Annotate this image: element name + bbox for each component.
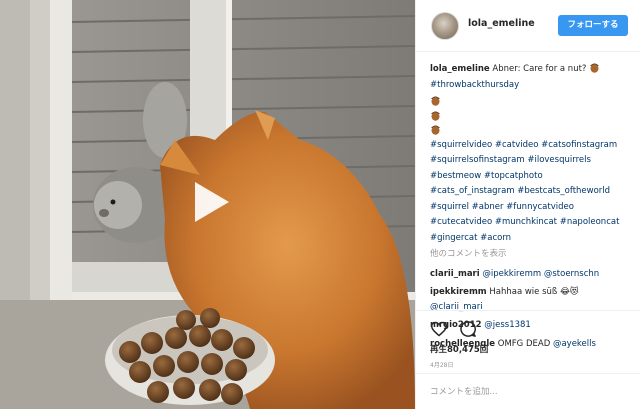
hashtag-line[interactable]: #gingercat #acorn: [430, 231, 635, 247]
hashtag-line[interactable]: #squirrelsofinstagram #ilovesquirrels: [430, 153, 635, 169]
comment-text: Hahhaa wie süß 😂😻: [489, 287, 579, 297]
acorn-icon: [431, 96, 440, 106]
speech-bubble-icon[interactable]: [459, 320, 477, 338]
heart-icon[interactable]: [430, 321, 448, 337]
add-comment-section: [416, 373, 640, 409]
comment-item: clarii_mari @ipekkiremm @stoernschn: [430, 267, 635, 282]
hashtag-throwbackthursday[interactable]: #throwbackthursday: [430, 78, 635, 94]
post-panel: lola_emeline フォローする lola_emeline Abner: …: [415, 0, 640, 409]
acorn-icon: [431, 111, 440, 121]
comment-mention[interactable]: @ipekkiremm: [482, 269, 541, 279]
comment-list: lola_emeline Abner: Care for a nut? #thr…: [430, 61, 635, 351]
follow-button[interactable]: フォローする: [558, 15, 628, 36]
caption: lola_emeline Abner: Care for a nut? #thr…: [430, 61, 635, 246]
caption-text: Abner: Care for a nut?: [492, 64, 587, 74]
load-more-comments-link[interactable]: 他のコメントを表示: [430, 247, 635, 263]
comment-username[interactable]: ipekkiremm: [430, 287, 487, 297]
header-username[interactable]: lola_emeline: [468, 18, 535, 29]
hashtag-line[interactable]: #cutecatvideo #munchkincat #napoleoncat: [430, 215, 635, 231]
avatar[interactable]: [431, 12, 459, 40]
hashtag-line[interactable]: #squirrel #abner #funnycatvideo: [430, 200, 635, 216]
post-header: lola_emeline フォローする: [416, 0, 640, 52]
acorn-icon: [590, 63, 600, 73]
view-count: 再生80,475回: [430, 345, 489, 355]
comment-mention[interactable]: @stoernschn: [544, 269, 599, 279]
video-player[interactable]: [0, 0, 415, 409]
comment-username[interactable]: clarii_mari: [430, 269, 480, 279]
caption-username[interactable]: lola_emeline: [430, 64, 490, 74]
acorn-icon: [431, 125, 440, 135]
hashtag-line[interactable]: #cats_of_instagram #bestcats_oftheworld: [430, 184, 635, 200]
hashtag-line[interactable]: #squirrelvideo #catvideo #catsofinstagra…: [430, 138, 635, 154]
play-icon[interactable]: [181, 174, 237, 230]
add-comment-input[interactable]: [430, 383, 630, 401]
post-date[interactable]: 4月28日: [430, 360, 453, 369]
hashtag-line[interactable]: #bestmeow #topcatphoto: [430, 169, 635, 185]
